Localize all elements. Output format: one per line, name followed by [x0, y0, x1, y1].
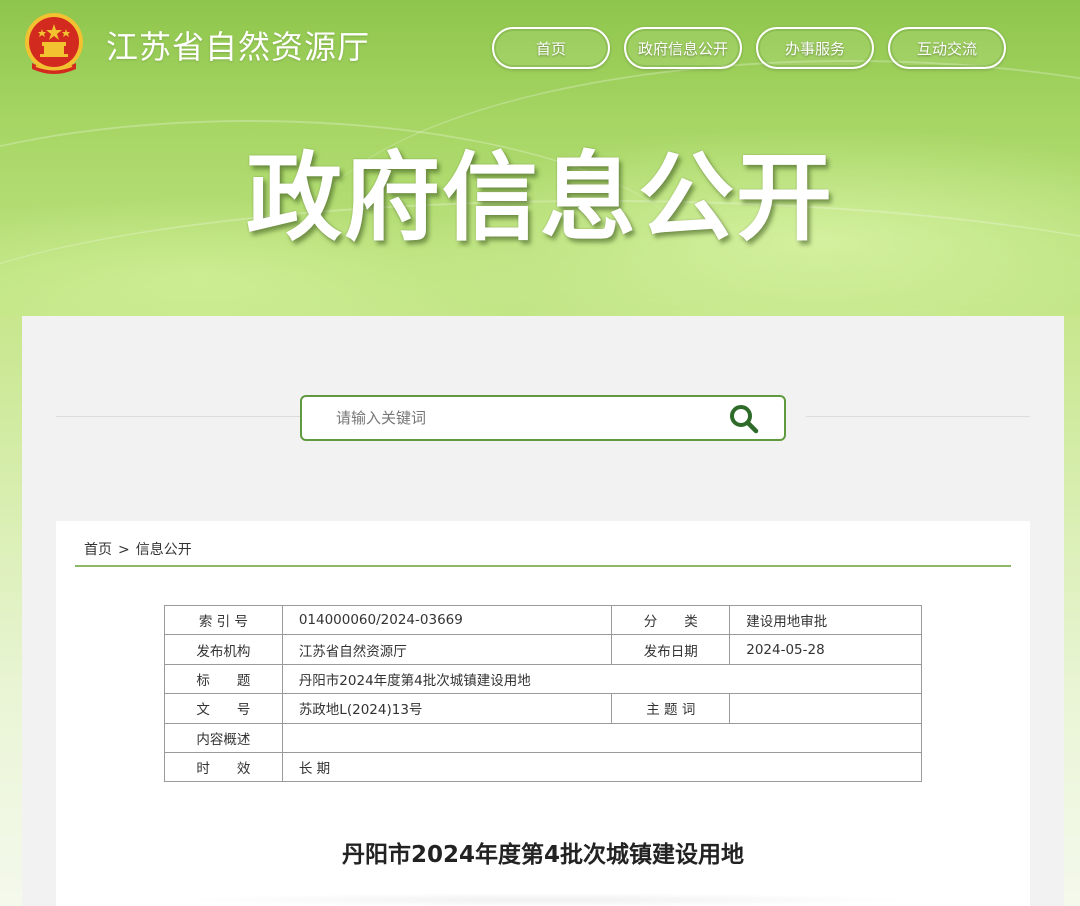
table-row: 时 效 长 期 [164, 751, 923, 783]
table-row: 文 号 苏政地L(2024)13号 主 题 词 [164, 693, 922, 724]
breadcrumb: 首页 > 信息公开 [84, 539, 192, 559]
divider [806, 416, 1030, 417]
summary-label: 内容概述 [164, 722, 283, 753]
doc-number-value: 苏政地L(2024)13号 [281, 693, 613, 724]
publisher-label: 发布机构 [164, 634, 283, 665]
nav-gov-info-button[interactable]: 政府信息公开 [624, 27, 742, 69]
decor-shadow [176, 893, 916, 906]
search-icon[interactable] [728, 403, 760, 435]
article-title: 丹阳市2024年度第4批次城镇建设用地 [341, 842, 745, 868]
nav-home-button[interactable]: 首页 [492, 27, 610, 69]
national-emblem-icon[interactable] [22, 11, 86, 79]
nav-services-button[interactable]: 办事服务 [756, 27, 874, 69]
table-row: 发布机构 江苏省自然资源厅 发布日期 2024-05-28 [164, 634, 922, 665]
table-row: 索 引 号 014000060/2024-03669 分 类 建设用地审批 [164, 604, 922, 636]
site-title[interactable]: 江苏省自然资源厅 [106, 22, 370, 68]
keywords-value [729, 693, 922, 724]
banner-title: 政府信息公开 [246, 142, 834, 254]
date-value: 2024-05-28 [729, 634, 922, 665]
metadata-table: 索 引 号 014000060/2024-03669 分 类 建设用地审批 发布… [164, 604, 923, 783]
main-panel: 首页 > 信息公开 索 引 号 014000060/2024-03669 分 类 建… [22, 316, 1064, 906]
table-row: 标 题 丹阳市2024年度第4批次城镇建设用地 [164, 663, 923, 695]
divider [56, 416, 304, 417]
doc-number-label: 文 号 [164, 693, 283, 724]
breadcrumb-home-link[interactable]: 首页 [84, 542, 112, 558]
header-banner: 江苏省自然资源厅 首页 政府信息公开 办事服务 互动交流 政府信息公开 [0, 0, 1080, 316]
index-label: 索 引 号 [164, 604, 283, 636]
table-row: 内容概述 [164, 722, 923, 753]
validity-value: 长 期 [281, 751, 923, 783]
keywords-label: 主 题 词 [611, 693, 731, 724]
breadcrumb-current-link[interactable]: 信息公开 [136, 542, 192, 558]
publisher-value: 江苏省自然资源厅 [281, 634, 613, 665]
summary-value [281, 722, 923, 753]
index-value: 014000060/2024-03669 [281, 604, 613, 636]
search-input[interactable] [336, 397, 716, 439]
date-label: 发布日期 [611, 634, 731, 665]
breadcrumb-divider [75, 565, 1011, 567]
validity-label: 时 效 [164, 751, 283, 783]
title-label: 标 题 [164, 663, 283, 695]
breadcrumb-separator: > [118, 542, 130, 558]
title-value: 丹阳市2024年度第4批次城镇建设用地 [281, 663, 923, 695]
content-area: 首页 > 信息公开 索 引 号 014000060/2024-03669 分 类 建… [56, 521, 1030, 906]
nav-interaction-button[interactable]: 互动交流 [888, 27, 1006, 69]
category-value: 建设用地审批 [729, 604, 922, 636]
search-box [300, 395, 786, 441]
top-nav: 首页 政府信息公开 办事服务 互动交流 [492, 27, 1006, 69]
category-label: 分 类 [611, 604, 731, 636]
